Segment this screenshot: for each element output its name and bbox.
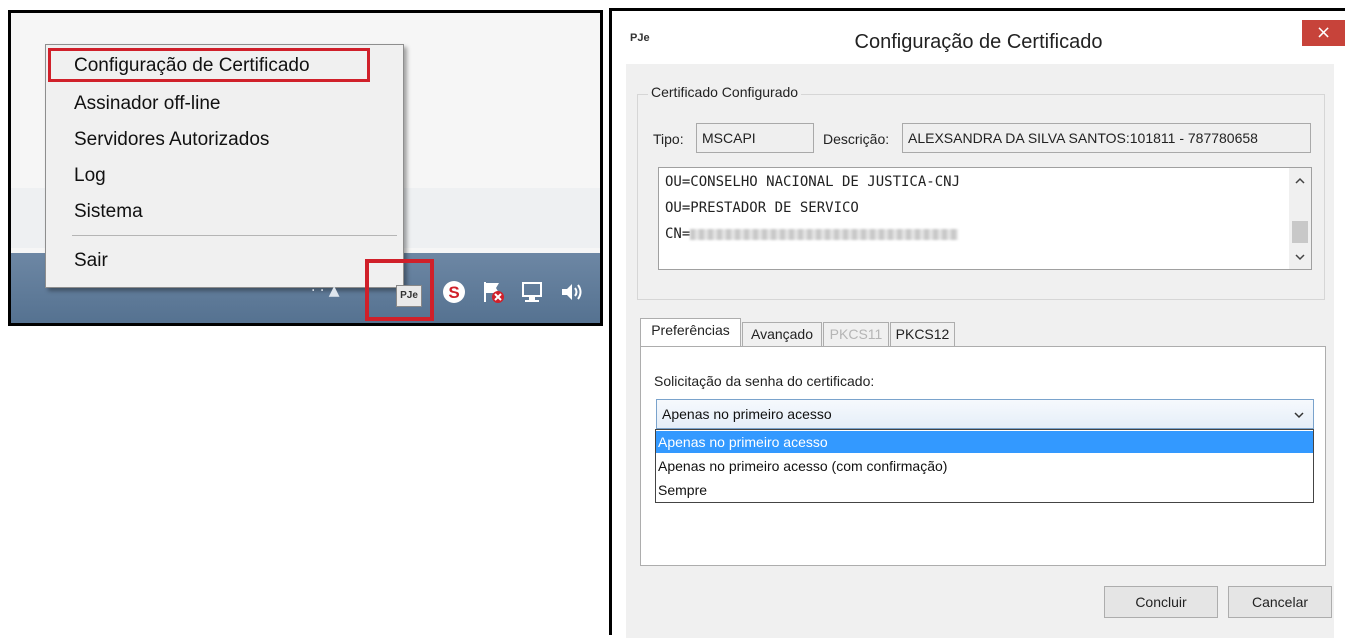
redacted-name bbox=[690, 228, 959, 240]
menu-item-log[interactable]: Log bbox=[74, 165, 106, 187]
option-primeiro-acesso-confirmacao[interactable]: Apenas no primeiro acesso (com confirmaç… bbox=[656, 455, 1313, 477]
tab-avancado[interactable]: Avançado bbox=[742, 322, 822, 346]
svg-text:S: S bbox=[448, 283, 459, 302]
cancelar-button[interactable]: Cancelar bbox=[1228, 586, 1332, 618]
speaker-icon[interactable] bbox=[558, 279, 584, 305]
menu-item-assinador-offline[interactable]: Assinador off-line bbox=[74, 93, 220, 115]
dn-line: OU=CONSELHO NACIONAL DE JUSTICA-CNJ bbox=[665, 174, 961, 190]
title-bar: PJe Configuração de Certificado × bbox=[612, 11, 1345, 63]
menu-item-sair[interactable]: Sair bbox=[74, 250, 108, 272]
tipo-label: Tipo: bbox=[653, 131, 684, 147]
option-primeiro-acesso[interactable]: Apenas no primeiro acesso bbox=[656, 431, 1313, 453]
tray-highlight-box bbox=[365, 259, 434, 321]
scroll-thumb[interactable] bbox=[1292, 221, 1308, 243]
option-sempre[interactable]: Sempre bbox=[656, 479, 1313, 501]
descricao-field[interactable]: ALEXSANDRA DA SILVA SANTOS:101811 - 7877… bbox=[902, 123, 1311, 153]
tab-pkcs11: PKCS11 bbox=[823, 322, 889, 346]
tray-overflow-icon[interactable]: · · ▲ bbox=[311, 283, 340, 299]
combo-value: Apenas no primeiro acesso bbox=[662, 406, 832, 422]
concluir-button[interactable]: Concluir bbox=[1104, 586, 1218, 618]
cert-group-legend: Certificado Configurado bbox=[648, 84, 802, 100]
dn-line: OU=PRESTADOR DE SERVICO bbox=[665, 200, 859, 216]
dn-cn-prefix: CN= bbox=[665, 226, 691, 242]
dn-line-cn: CN= bbox=[665, 226, 959, 242]
tray-menu-screenshot: Configuração de Certificado Assinador of… bbox=[8, 10, 603, 326]
menu-separator bbox=[72, 235, 397, 236]
network-icon[interactable] bbox=[519, 279, 545, 305]
tray-context-menu: Configuração de Certificado Assinador of… bbox=[45, 44, 404, 288]
close-button[interactable]: × bbox=[1302, 20, 1345, 46]
tab-preferencias[interactable]: Preferências bbox=[640, 318, 741, 346]
s-app-icon[interactable]: S bbox=[441, 279, 467, 305]
select-dropdown-list: Apenas no primeiro acesso Apenas no prim… bbox=[655, 429, 1314, 503]
certificate-dn-textarea[interactable]: OU=CONSELHO NACIONAL DE JUSTICA-CNJ OU=P… bbox=[658, 167, 1312, 270]
password-prompt-select[interactable]: Apenas no primeiro acesso bbox=[656, 399, 1314, 429]
password-prompt-label: Solicitação da senha do certificado: bbox=[654, 373, 875, 389]
flag-error-icon[interactable] bbox=[480, 279, 506, 305]
scroll-up-icon[interactable] bbox=[1294, 176, 1306, 186]
chevron-down-icon[interactable] bbox=[1293, 410, 1305, 420]
dn-scrollbar[interactable] bbox=[1289, 168, 1311, 269]
scroll-down-icon[interactable] bbox=[1294, 252, 1306, 262]
dialog-title: Configuração de Certificado bbox=[854, 31, 1103, 53]
highlight-box bbox=[48, 48, 370, 82]
tipo-field[interactable]: MSCAPI bbox=[696, 123, 814, 153]
tab-pkcs12[interactable]: PKCS12 bbox=[890, 322, 955, 346]
descricao-label: Descrição: bbox=[823, 131, 890, 147]
menu-item-servidores-autorizados[interactable]: Servidores Autorizados bbox=[74, 129, 269, 151]
menu-item-sistema[interactable]: Sistema bbox=[74, 201, 143, 223]
